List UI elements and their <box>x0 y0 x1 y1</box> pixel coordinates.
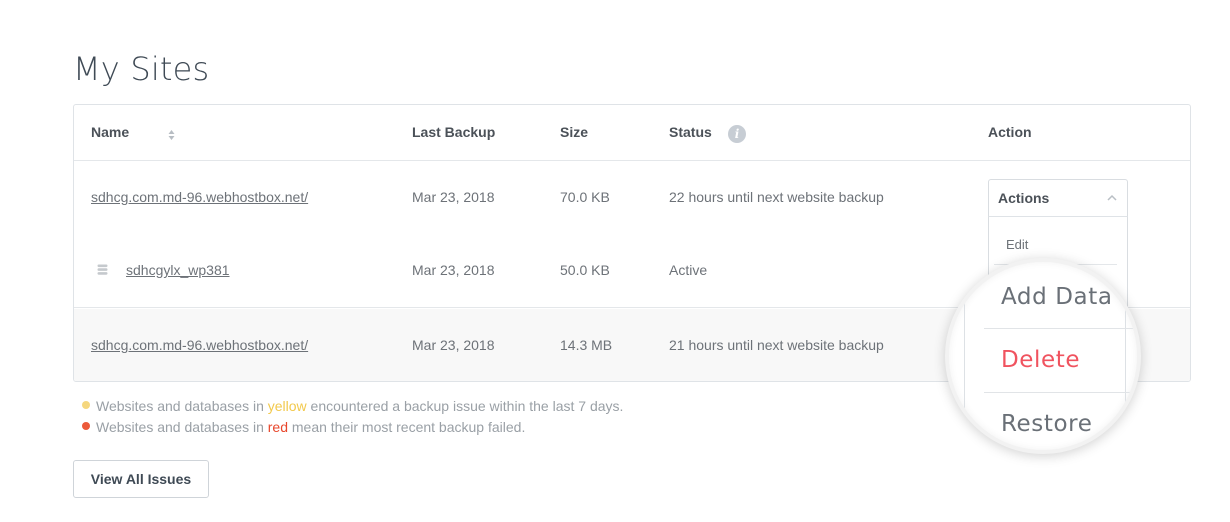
magnified-delete: Delete <box>1001 347 1081 373</box>
view-all-issues-button[interactable]: View All Issues <box>73 460 209 498</box>
actions-dropdown-button[interactable]: Actions <box>988 179 1128 217</box>
chevron-up-icon <box>1107 194 1117 201</box>
info-icon[interactable]: i <box>728 125 746 143</box>
database-icon <box>97 264 108 275</box>
magnified-menu-border <box>964 262 965 450</box>
site-name-link[interactable]: sdhcg.com.md-96.webhostbox.net/ <box>91 337 308 353</box>
last-backup: Mar 23, 2018 <box>412 189 495 205</box>
column-header-status: Status <box>669 124 712 140</box>
legend-text: mean their most recent backup failed. <box>287 419 526 435</box>
status: 21 hours until next website backup <box>669 337 884 353</box>
red-dot-icon <box>82 422 90 430</box>
column-header-size: Size <box>560 124 589 140</box>
site-name-link[interactable]: sdhcg.com.md-96.webhostbox.net/ <box>91 189 308 205</box>
legend-text: Websites and databases in <box>96 419 268 435</box>
status: Active <box>669 262 708 278</box>
last-backup: Mar 23, 2018 <box>412 262 495 278</box>
table-header: Name Last Backup Size Status i Action <box>74 105 1190 161</box>
size: 70.0 KB <box>560 189 610 205</box>
magnified-menu-border <box>1125 262 1126 432</box>
menu-item-edit[interactable]: Edit <box>989 237 1127 252</box>
legend-keyword-red: red <box>267 419 288 435</box>
legend-red: Websites and databases in red mean their… <box>82 419 525 435</box>
column-header-last-backup: Last Backup <box>412 124 496 140</box>
legend-keyword-yellow: yellow <box>267 398 307 414</box>
actions-label: Actions <box>998 190 1050 206</box>
page-title: My Sites <box>73 50 210 88</box>
column-header-name[interactable]: Name <box>91 124 129 140</box>
sort-icon[interactable] <box>168 129 175 141</box>
magnified-restore: Restore <box>1001 411 1093 437</box>
legend-yellow: Websites and databases in yellow encount… <box>82 398 623 414</box>
database-name-link[interactable]: sdhcgylx_wp381 <box>126 262 230 278</box>
magnified-divider <box>984 392 1137 393</box>
size: 50.0 KB <box>560 262 610 278</box>
legend-text: encountered a backup issue within the la… <box>306 398 624 414</box>
magnifier-callout: Add Data Delete Restore <box>945 258 1141 454</box>
last-backup: Mar 23, 2018 <box>412 337 495 353</box>
yellow-dot-icon <box>82 401 90 409</box>
magnified-divider <box>984 328 1137 329</box>
column-header-action: Action <box>988 124 1032 140</box>
legend-text: Websites and databases in <box>96 398 268 414</box>
status: 22 hours until next website backup <box>669 189 884 205</box>
magnified-add-data: Add Data <box>1001 284 1113 310</box>
size: 14.3 MB <box>560 337 613 353</box>
